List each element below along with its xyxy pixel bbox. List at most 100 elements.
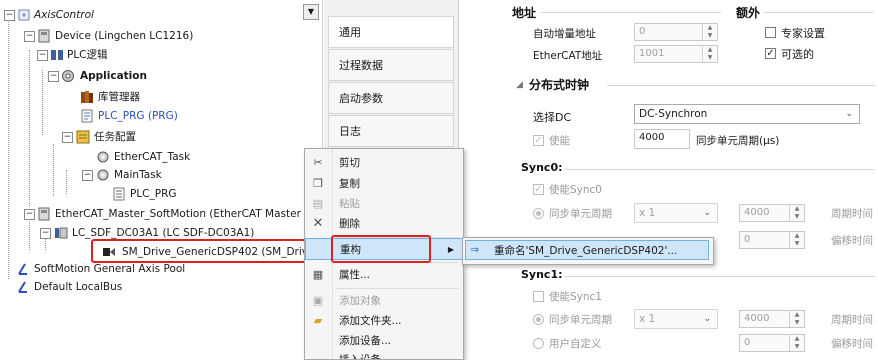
sync1-unit-cycle-radio[interactable] (533, 314, 544, 325)
sync0-shift-time-field[interactable]: 0 ▲ ▼ (739, 231, 805, 249)
tree-label-task-config: 任务配置 (94, 131, 136, 143)
ethercat-address-label: EtherCAT地址 (533, 50, 603, 62)
slave-device-icon (55, 227, 68, 239)
divider (607, 85, 875, 86)
tree-item-plc-logic[interactable]: − PLC逻辑 (0, 46, 300, 64)
tree-label-plc-prg-pou: PLC_PRG (PRG) (98, 110, 178, 122)
dc-enable-checkbox[interactable]: ✓ (533, 135, 544, 146)
menu-item-delete[interactable]: ✕ 删除 (305, 213, 463, 235)
task-config-icon (76, 130, 90, 144)
sync1-section-title: Sync1: (521, 268, 563, 281)
pou-icon (81, 109, 93, 123)
sync-unit-cycle-label: 同步单元周期(µs) (696, 135, 780, 147)
optional-checkbox[interactable]: ✓ (765, 48, 776, 59)
sync1-shift-time-field[interactable]: 0 ▲ ▼ (739, 334, 805, 352)
spinner-icon[interactable]: ▲ ▼ (789, 311, 804, 327)
tree-item-library-manager[interactable]: 库管理器 (0, 88, 300, 106)
tree-item-plc-prg-pou[interactable]: PLC_PRG (PRG) (0, 107, 300, 125)
auto-inc-address-value: 0 (639, 26, 646, 37)
add-object-icon: ▣ (312, 294, 324, 307)
sync0-cycle-time-field[interactable]: 4000 ▲ ▼ (739, 204, 805, 222)
sync1-cycle-time-field[interactable]: 4000 ▲ ▼ (739, 310, 805, 328)
sync0-shift-time-label: 偏移时间 (831, 235, 873, 247)
sync0-multiplier-value: x 1 (639, 207, 656, 219)
user-defined-radio[interactable] (533, 338, 544, 349)
sync0-enable-label: 使能Sync0 (549, 184, 602, 196)
sync1-multiplier-dropdown[interactable]: x 1 ⌄ (634, 309, 718, 329)
auto-inc-address-field[interactable]: 0 ▲ ▼ (634, 23, 718, 41)
project-icon (18, 9, 30, 21)
menu-item-copy-label: 复制 (339, 178, 360, 190)
ethercat-address-field[interactable]: 1001 ▲ ▼ (634, 45, 718, 63)
menu-separator (335, 288, 459, 289)
expert-settings-label: 专家设置 (781, 27, 825, 40)
divider (541, 12, 721, 13)
collapse-icon[interactable]: − (37, 50, 48, 61)
sync1-cycle-time-value: 4000 (744, 313, 770, 324)
sync0-multiplier-dropdown[interactable]: x 1 ⌄ (634, 203, 718, 223)
sync-unit-cycle-field[interactable]: 4000 (634, 129, 690, 149)
sync0-enable-checkbox[interactable]: ✓ (533, 184, 544, 195)
tree-item-task-config[interactable]: − 任务配置 (0, 128, 300, 146)
sync0-unit-cycle-radio[interactable] (533, 208, 544, 219)
spinner-icon[interactable]: ▲ ▼ (789, 335, 804, 351)
tree-item-plc-prg-call[interactable]: PLC_PRG (0, 185, 300, 203)
tree-item-ethercat-master[interactable]: − EtherCAT_Master_SoftMotion (EtherCAT M… (0, 205, 322, 223)
tab-startup-params[interactable]: 启动参数 (328, 82, 454, 114)
tab-general[interactable]: 通用 (328, 16, 454, 48)
tree-item-application[interactable]: − Application (0, 67, 300, 85)
menu-item-properties[interactable]: ▦ 属性... (305, 264, 463, 286)
collapse-icon[interactable]: − (4, 10, 15, 21)
copy-icon: ❐ (313, 177, 323, 190)
task-gear-icon (97, 169, 109, 181)
sync0-section-title: Sync0: (521, 161, 563, 174)
expert-settings-checkbox[interactable] (765, 27, 776, 38)
collapse-icon[interactable]: − (62, 132, 73, 143)
ethercat-master-icon (38, 207, 50, 221)
collapse-icon[interactable]: − (24, 209, 35, 220)
tree-item-main-task[interactable]: − MainTask (0, 166, 300, 184)
ethercat-address-value: 1001 (639, 48, 665, 59)
collapse-triangle-icon[interactable]: ◢ (516, 80, 523, 90)
menu-item-add-object[interactable]: ▣ 添加对象 (305, 290, 463, 312)
menu-item-paste-label: 粘贴 (339, 198, 360, 210)
submenu-item-rename[interactable]: ⇒ 重命名'SM_Drive_GenericDSP402'... (465, 240, 709, 260)
chevron-down-icon[interactable]: ▼ (303, 4, 319, 20)
sync1-shift-time-label: 偏移时间 (831, 338, 873, 350)
tree-item-root[interactable]: − AxisControl (0, 6, 300, 24)
tab-process-data[interactable]: 过程数据 (328, 49, 454, 81)
spinner-icon[interactable]: ▲ ▼ (702, 24, 717, 40)
menu-item-copy[interactable]: ❐ 复制 (305, 173, 463, 195)
sync1-enable-checkbox[interactable] (533, 291, 544, 302)
tree-item-default-localbus[interactable]: Default LocalBus (0, 278, 300, 296)
collapse-icon[interactable]: − (24, 31, 35, 42)
menu-item-add-folder[interactable]: ▰ 添加文件夹... (305, 310, 463, 332)
auto-inc-address-label: 自动增量地址 (533, 28, 596, 40)
menu-item-cut[interactable]: ✂ 剪切 (305, 152, 463, 174)
optional-label: 可选的 (781, 48, 814, 61)
tree-label-application: Application (80, 70, 147, 82)
spinner-icon[interactable]: ▲ ▼ (789, 232, 804, 248)
sync-unit-cycle-value: 4000 (639, 132, 665, 143)
scissors-icon: ✂ (313, 156, 323, 169)
tree-item-device[interactable]: − Device (Lingchen LC1216) (0, 27, 300, 45)
select-dc-dropdown[interactable]: DC-Synchron ⌄ (634, 104, 860, 124)
sync0-shift-time-value: 0 (744, 234, 751, 245)
collapse-icon[interactable]: − (40, 228, 51, 239)
tab-log[interactable]: 日志 (328, 115, 454, 147)
tree-item-ethercat-task[interactable]: EtherCAT_Task (0, 148, 300, 166)
sync1-multiplier-value: x 1 (639, 313, 656, 325)
highlight-box-selected-axis (91, 239, 306, 263)
chevron-down-icon: ⌄ (703, 208, 711, 218)
spinner-icon[interactable]: ▲ ▼ (702, 46, 717, 62)
rename-icon: ⇒ (470, 243, 480, 256)
address-section-title: 地址 (512, 6, 537, 20)
collapse-icon[interactable]: − (48, 71, 59, 82)
device-tree-panel: ▼ − AxisControl − Device (Lingchen LC121… (0, 0, 323, 358)
sync0-cycle-time-value: 4000 (744, 207, 770, 218)
spinner-icon[interactable]: ▲ ▼ (789, 205, 804, 221)
menu-item-paste[interactable]: ▤ 粘贴 (305, 193, 463, 215)
sync1-shift-time-value: 0 (744, 337, 751, 348)
collapse-icon[interactable]: − (82, 170, 93, 181)
menu-item-add-object-label: 添加对象 (339, 295, 381, 307)
